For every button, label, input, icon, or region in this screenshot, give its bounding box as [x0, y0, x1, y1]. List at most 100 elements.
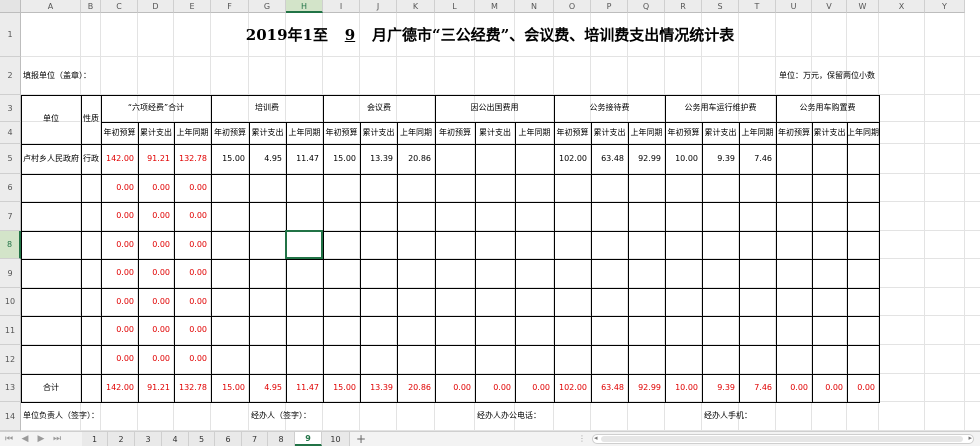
office-phone-label: 经办人办公电话：: [477, 411, 541, 421]
column-header-k[interactable]: K: [397, 0, 435, 13]
scroll-left-icon[interactable]: ◂: [594, 434, 598, 442]
table-border: [628, 122, 629, 402]
table-border: [21, 259, 880, 260]
column-header-v[interactable]: V: [812, 0, 847, 13]
header-subcolumn: 年初预算: [667, 127, 700, 137]
row-header-4[interactable]: 4: [0, 122, 21, 144]
sheet-tab-5[interactable]: 5: [189, 432, 215, 446]
table-border: [360, 122, 361, 402]
column-header-p[interactable]: P: [591, 0, 628, 13]
table-cell: 0.00: [116, 354, 134, 364]
column-header-w[interactable]: W: [847, 0, 879, 13]
column-header-n[interactable]: N: [515, 0, 554, 13]
total-cell: 132.78: [179, 382, 207, 392]
header-subcolumn: 年初预算: [778, 127, 810, 137]
column-header-t[interactable]: T: [739, 0, 776, 13]
table-border: [249, 122, 250, 402]
table-border: [21, 202, 880, 203]
column-header-h[interactable]: H: [286, 0, 323, 13]
spreadsheet-grid[interactable]: A B C D E F G H I J K L M N O P Q R S T U V W X Y 1 2 3 4 5 6 7 8 9 10 11 12…: [0, 0, 980, 446]
header-subcolumn: 年初预算: [325, 127, 358, 137]
table-border: [138, 122, 139, 402]
prev-sheet-icon[interactable]: ◀: [18, 433, 32, 445]
column-header-l[interactable]: L: [435, 0, 475, 13]
table-border: [435, 95, 436, 402]
row-header-7[interactable]: 7: [0, 202, 21, 231]
row-header-8[interactable]: 8: [0, 231, 21, 259]
first-sheet-icon[interactable]: ⏮: [2, 433, 16, 445]
column-header-a[interactable]: A: [21, 0, 81, 13]
table-cell: [475, 144, 515, 174]
sheet-tab-9[interactable]: 9: [295, 432, 322, 446]
row-header-1[interactable]: 1: [0, 13, 21, 57]
column-header-o[interactable]: O: [554, 0, 591, 13]
total-cell: 0.00: [825, 382, 843, 392]
total-cell: 0.00: [532, 382, 550, 392]
sheet-tab-2[interactable]: 2: [108, 432, 135, 446]
select-all-corner[interactable]: [0, 0, 21, 13]
sheet-tab-7[interactable]: 7: [242, 432, 268, 446]
sheet-tab-1[interactable]: 1: [82, 432, 108, 446]
row-header-10[interactable]: 10: [0, 288, 21, 316]
column-header-d[interactable]: D: [138, 0, 174, 13]
table-border: [21, 144, 880, 145]
column-header-b[interactable]: B: [81, 0, 101, 13]
horizontal-scrollbar[interactable]: ◂ ▸: [592, 434, 974, 444]
total-cell: 11.47: [296, 382, 319, 392]
row-header-13[interactable]: 13: [0, 374, 21, 402]
table-cell: 11.47: [296, 153, 319, 163]
title-suffix: 月广德市“三公经费”、会议费、培训费支出情况统计表: [371, 26, 735, 44]
scrollbar-thumb[interactable]: [601, 436, 963, 442]
row-header-3[interactable]: 3: [0, 95, 21, 122]
column-header-r[interactable]: R: [665, 0, 702, 13]
header-subcolumn: 累计支出: [813, 127, 846, 137]
header-subcolumn: 上年同期: [847, 127, 879, 137]
sheet-tab-3[interactable]: 3: [135, 432, 162, 446]
next-sheet-icon[interactable]: ▶: [34, 433, 48, 445]
column-header-u[interactable]: U: [776, 0, 812, 13]
row-header-2[interactable]: 2: [0, 57, 21, 95]
total-cell: 91.21: [147, 382, 170, 392]
column-header-s[interactable]: S: [702, 0, 739, 13]
scroll-right-icon[interactable]: ▸: [968, 434, 972, 442]
column-header-j[interactable]: J: [360, 0, 397, 13]
total-cell: 9.39: [717, 382, 735, 392]
column-header-y[interactable]: Y: [925, 0, 965, 13]
row-header-12[interactable]: 12: [0, 345, 21, 374]
header-unit: 单位: [43, 114, 59, 124]
total-cell: 92.99: [638, 382, 661, 392]
column-header-f[interactable]: F: [211, 0, 249, 13]
table-border: [847, 122, 848, 402]
table-cell: 0.00: [116, 296, 134, 306]
header-group: 因公出国费用: [470, 103, 519, 113]
table-border: [475, 122, 476, 402]
data-nature: 行政: [83, 153, 99, 163]
column-header-q[interactable]: Q: [628, 0, 665, 13]
last-sheet-icon[interactable]: ⏭: [50, 433, 64, 445]
row-header-14[interactable]: 14: [0, 402, 21, 431]
sheet-tab-4[interactable]: 4: [162, 432, 189, 446]
row-header-6[interactable]: 6: [0, 174, 21, 202]
table-cell: 142.00: [106, 153, 134, 163]
table-border: [21, 345, 880, 346]
tab-splitter[interactable]: ⋮: [578, 434, 586, 443]
table-cell: 0.00: [152, 296, 170, 306]
column-header-i[interactable]: I: [323, 0, 360, 13]
total-cell: 20.86: [408, 382, 431, 392]
selected-cell-highlight[interactable]: [285, 230, 323, 259]
column-header-g[interactable]: G: [249, 0, 286, 13]
column-header-x[interactable]: X: [879, 0, 925, 13]
column-header-c[interactable]: C: [101, 0, 138, 13]
row-header-11[interactable]: 11: [0, 316, 21, 345]
sheet-tab-10[interactable]: 10: [322, 432, 350, 446]
row-header-9[interactable]: 9: [0, 259, 21, 288]
add-sheet-icon[interactable]: +: [354, 432, 368, 446]
total-cell: 15.00: [333, 382, 356, 392]
row-header-5[interactable]: 5: [0, 144, 21, 174]
table-border: [665, 95, 666, 402]
table-border: [21, 95, 22, 402]
sheet-tab-8[interactable]: 8: [268, 432, 295, 446]
column-header-m[interactable]: M: [475, 0, 515, 13]
sheet-tab-6[interactable]: 6: [215, 432, 242, 446]
column-header-e[interactable]: E: [174, 0, 211, 13]
